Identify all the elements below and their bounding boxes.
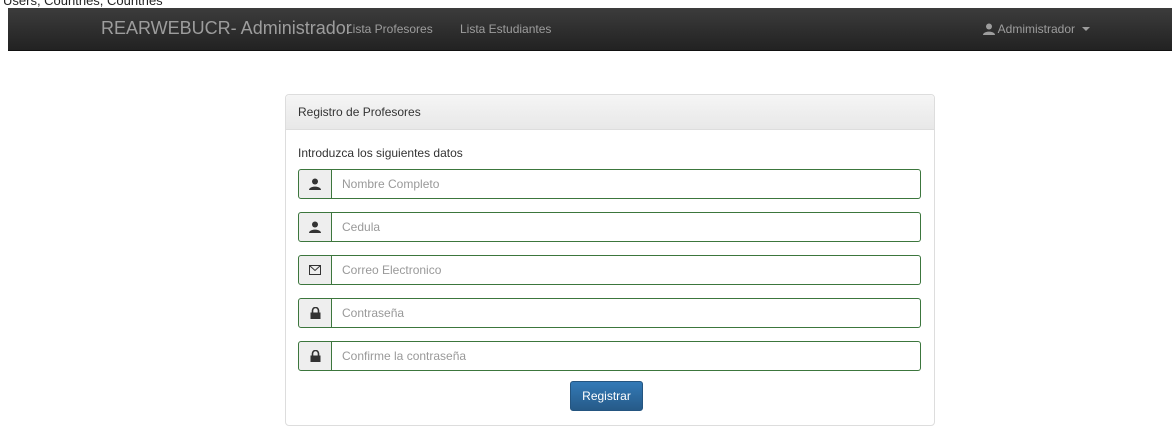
user-icon (298, 169, 332, 199)
full-name-input[interactable] (332, 169, 921, 199)
lock-icon (298, 298, 332, 328)
full-name-field (298, 169, 921, 199)
register-button[interactable]: Registrar (570, 381, 643, 411)
lock-icon (298, 341, 332, 371)
user-icon (982, 23, 995, 35)
confirm-password-field (298, 341, 921, 371)
cedula-input[interactable] (332, 212, 921, 242)
email-input[interactable] (332, 255, 921, 285)
navbar-brand[interactable]: REARWEBUCR- Administrador (101, 18, 352, 39)
navbar: REARWEBUCR- Administrador Lista Profesor… (8, 8, 1172, 51)
user-menu-label: Admimistrador (997, 22, 1075, 36)
password-field (298, 298, 921, 328)
user-menu-dropdown[interactable]: Admimistrador (982, 22, 1090, 36)
cedula-field (298, 212, 921, 242)
password-input[interactable] (332, 298, 921, 328)
partial-text-strip: Users, Countries, Countries (0, 0, 1172, 8)
registration-panel: Registro de Profesores Introduzca los si… (285, 94, 935, 426)
nav-link-lista-profesores[interactable]: Lista Profesores (346, 22, 433, 36)
partial-text: Users, Countries, Countries (3, 0, 163, 8)
confirm-password-input[interactable] (332, 341, 921, 371)
envelope-icon (298, 255, 332, 285)
form-intro-text: Introduzca los siguientes datos (298, 146, 463, 160)
email-field (298, 255, 921, 285)
nav-link-lista-estudiantes[interactable]: Lista Estudiantes (460, 22, 551, 36)
panel-heading: Registro de Profesores (286, 95, 934, 130)
caret-down-icon (1082, 27, 1090, 31)
user-icon (298, 212, 332, 242)
